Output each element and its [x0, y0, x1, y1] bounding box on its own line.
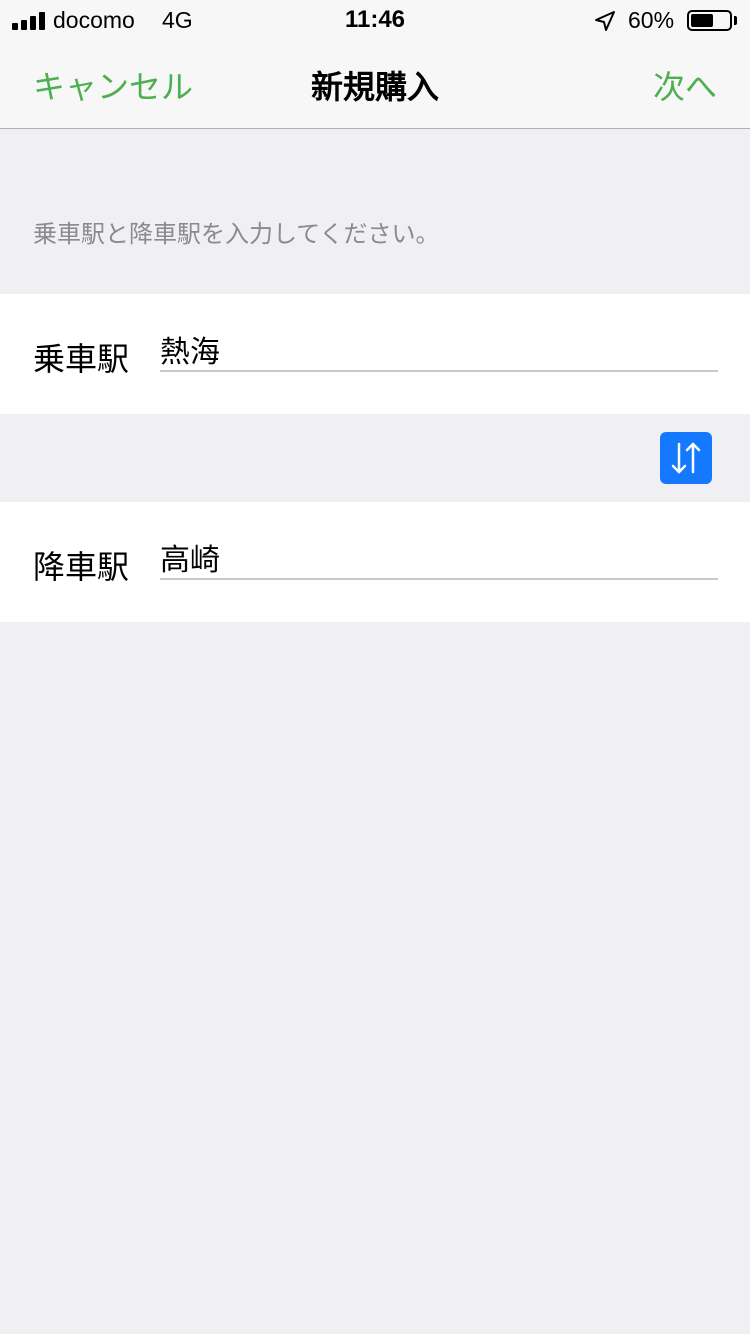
arrival-station-input[interactable] [160, 536, 718, 580]
departure-station-input[interactable] [160, 328, 718, 372]
arrival-station-label: 降車駅 [33, 548, 130, 586]
next-button[interactable]: 次へ [653, 62, 717, 108]
battery-percent: 60% [628, 7, 675, 33]
status-bar: docomo 4G 11:46 60% [0, 0, 750, 40]
navigation-bar: キャンセル 新規購入 次へ [0, 40, 750, 129]
page-title: 新規購入 [310, 68, 439, 106]
swap-vertical-arrows-icon [671, 442, 701, 474]
departure-station-row: 乗車駅 [0, 294, 750, 414]
location-arrow-icon [595, 11, 615, 31]
battery-tip [734, 16, 737, 25]
arrival-station-row: 降車駅 [0, 502, 750, 622]
battery-level-fill [691, 14, 713, 27]
instruction-text: 乗車駅と降車駅を入力してください。 [33, 220, 440, 248]
swap-stations-button[interactable] [660, 432, 712, 484]
battery-icon [687, 10, 732, 31]
departure-station-label: 乗車駅 [33, 340, 130, 378]
